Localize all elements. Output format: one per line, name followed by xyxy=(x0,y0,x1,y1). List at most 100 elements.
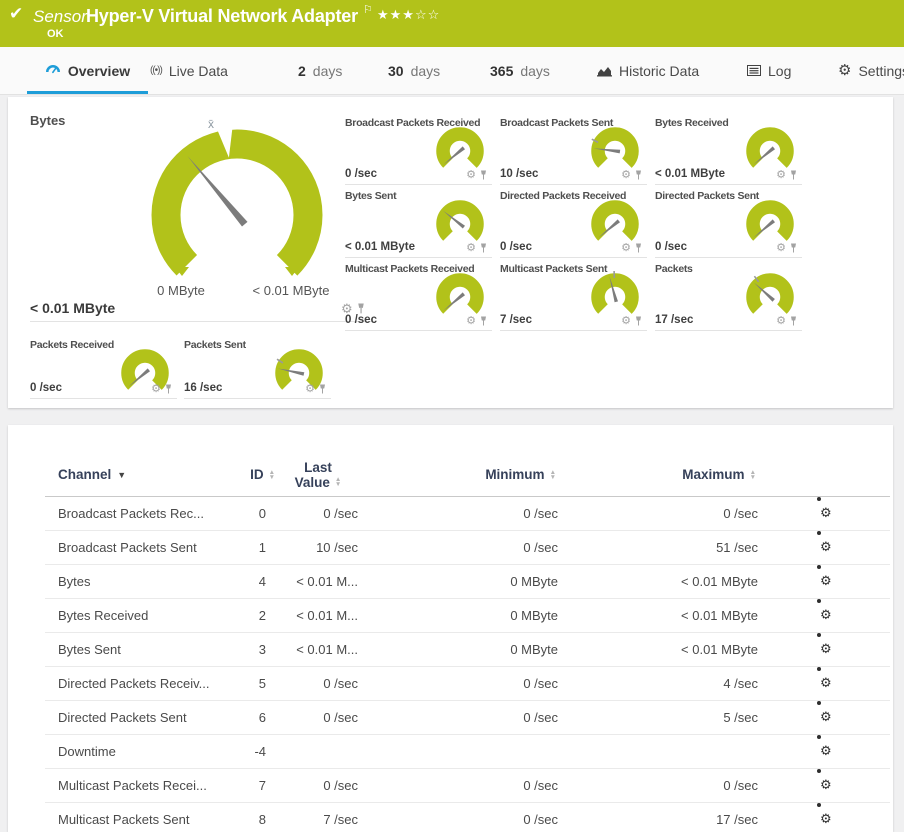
sort-icon: ▲ ▼ xyxy=(268,468,275,481)
channel-gauge-value: 0 /sec xyxy=(345,314,377,326)
column-header-channel[interactable]: Channel ▼ xyxy=(58,453,126,496)
pin-icon[interactable] xyxy=(789,170,798,181)
tab-2-days[interactable]: 2 days xyxy=(298,47,342,94)
channel-gauge-title: Bytes Sent xyxy=(345,190,397,202)
cell-last-value: 0 /sec xyxy=(323,710,358,725)
channel-gauge-actions: ⚙ xyxy=(776,316,798,327)
sort-icon: ▲ ▼ xyxy=(334,476,342,488)
gear-icon[interactable]: ⚙ xyxy=(776,243,786,254)
channel-gauge-cell[interactable]: Multicast Packets Received 0 /sec ⚙ xyxy=(345,261,492,331)
channel-settings-icon[interactable]: ⚙ xyxy=(817,531,832,564)
cell-id: 3 xyxy=(258,642,266,657)
pin-icon[interactable] xyxy=(479,243,488,254)
channel-gauge-cell[interactable]: Packets Sent 16 /sec ⚙ xyxy=(184,337,331,399)
channel-gauge-actions: ⚙ xyxy=(466,243,488,254)
table-row: Directed Packets Sent 6 0 /sec 0 /sec 5 … xyxy=(45,701,890,735)
channel-gauge-title: Bytes Received xyxy=(655,117,729,129)
pin-icon[interactable] xyxy=(634,243,643,254)
tab-label: Overview xyxy=(67,62,131,79)
pin-icon[interactable] xyxy=(634,170,643,181)
gear-icon[interactable]: ⚙ xyxy=(466,243,476,254)
channel-settings-icon[interactable]: ⚙ xyxy=(817,769,832,802)
cell-minimum: 0 /sec xyxy=(523,778,558,793)
channel-gauge-value: 0 /sec xyxy=(500,241,532,253)
tab-log[interactable]: Log xyxy=(747,47,791,94)
table-header: Channel ▼ ID ▲ ▼ Last Value ▲ ▼ Minimum ▲ ▼… xyxy=(45,453,890,496)
gear-icon[interactable]: ⚙ xyxy=(466,170,476,181)
channel-gauge-cell[interactable]: Packets Received 0 /sec ⚙ xyxy=(30,337,177,399)
channel-settings-icon[interactable]: ⚙ xyxy=(817,735,832,768)
primary-gauge[interactable] xyxy=(142,120,332,310)
tab-historic-data[interactable]: Historic Data xyxy=(597,47,699,94)
pin-icon[interactable] xyxy=(318,384,327,395)
tab-overview[interactable]: Overview xyxy=(27,47,148,94)
channel-settings-icon[interactable]: ⚙ xyxy=(817,633,832,666)
tab-number: 2 xyxy=(298,62,306,79)
channel-gauge-value: 0 /sec xyxy=(655,241,687,253)
channel-gauge-cell[interactable]: Broadcast Packets Sent 10 /sec ⚙ xyxy=(500,115,647,185)
channel-gauge-cell[interactable]: Directed Packets Received 0 /sec ⚙ xyxy=(500,188,647,258)
flag-icon[interactable]: ⚐ xyxy=(363,3,373,16)
cell-id: 8 xyxy=(258,812,266,827)
priority-stars[interactable]: ★★★☆☆ xyxy=(377,7,440,23)
gear-icon: ⚙ xyxy=(838,62,852,79)
column-label: Last xyxy=(304,459,332,475)
column-header-minimum[interactable]: Minimum ▲ ▼ xyxy=(408,453,556,496)
channel-gauge-actions: ⚙ xyxy=(305,384,327,395)
object-kind-label: Sensor xyxy=(33,7,87,26)
pin-icon[interactable] xyxy=(164,384,173,395)
column-label: Value xyxy=(294,474,330,490)
cell-minimum: 0 /sec xyxy=(523,676,558,691)
gear-icon[interactable]: ⚙ xyxy=(776,170,786,181)
pin-icon[interactable] xyxy=(789,243,798,254)
tab-30-days[interactable]: 30 days xyxy=(388,47,440,94)
cell-last-value: 0 /sec xyxy=(323,778,358,793)
tab-settings[interactable]: ⚙ Settings xyxy=(838,47,904,94)
pin-icon[interactable] xyxy=(479,316,488,327)
channel-gauge-value: 16 /sec xyxy=(184,382,223,394)
scale-min-arrow-icon xyxy=(175,267,189,276)
channel-gauge-cell[interactable]: Bytes Sent < 0.01 MByte ⚙ xyxy=(345,188,492,258)
overview-panel: Bytes x̄ 0 MByte < 0.01 MByte < 0.01 MBy… xyxy=(8,97,893,408)
column-header-last-value[interactable]: Last Value ▲ ▼ xyxy=(278,453,358,496)
gear-icon[interactable]: ⚙ xyxy=(621,170,631,181)
gauge-icon xyxy=(45,64,60,73)
cell-id: 7 xyxy=(258,778,266,793)
gear-icon[interactable]: ⚙ xyxy=(305,384,315,395)
gear-icon[interactable]: ⚙ xyxy=(621,243,631,254)
channel-settings-icon[interactable]: ⚙ xyxy=(817,701,832,734)
channel-gauge-value: < 0.01 MByte xyxy=(345,241,415,253)
cell-minimum: 0 /sec xyxy=(523,812,558,827)
channel-gauge-cell[interactable]: Multicast Packets Sent 7 /sec ⚙ xyxy=(500,261,647,331)
channel-gauge-cell[interactable]: Packets 17 /sec ⚙ xyxy=(655,261,802,331)
channel-settings-icon[interactable]: ⚙ xyxy=(817,803,832,832)
pin-icon[interactable] xyxy=(789,316,798,327)
column-header-maximum[interactable]: Maximum ▲ ▼ xyxy=(608,453,756,496)
tab-label: Log xyxy=(768,62,792,79)
gear-icon[interactable]: ⚙ xyxy=(776,316,786,327)
column-header-id[interactable]: ID ▲ ▼ xyxy=(218,453,275,496)
channel-settings-icon[interactable]: ⚙ xyxy=(817,565,832,598)
table-row: Directed Packets Receiv... 5 0 /sec 0 /s… xyxy=(45,667,890,701)
tab-label: days xyxy=(312,62,343,79)
channel-gauge-actions: ⚙ xyxy=(621,316,643,327)
channel-gauge-value: 17 /sec xyxy=(655,314,694,326)
gear-icon[interactable]: ⚙ xyxy=(466,316,476,327)
channel-settings-icon[interactable]: ⚙ xyxy=(817,667,832,700)
cell-divider xyxy=(30,321,375,322)
channel-settings-icon[interactable]: ⚙ xyxy=(817,599,832,632)
channel-gauge-cell[interactable]: Directed Packets Sent 0 /sec ⚙ xyxy=(655,188,802,258)
gear-icon[interactable]: ⚙ xyxy=(151,384,161,395)
channel-gauge-value: 7 /sec xyxy=(500,314,532,326)
tab-live-data[interactable]: ((•)) Live Data xyxy=(150,47,228,94)
mean-marker-label: x̄ xyxy=(208,117,214,131)
pin-icon[interactable] xyxy=(634,316,643,327)
channel-gauge-title: Packets Sent xyxy=(184,339,246,351)
gear-icon[interactable]: ⚙ xyxy=(621,316,631,327)
channel-gauge-cell[interactable]: Bytes Received < 0.01 MByte ⚙ xyxy=(655,115,802,185)
sort-icon: ▲ ▼ xyxy=(549,468,556,481)
pin-icon[interactable] xyxy=(479,170,488,181)
channel-settings-icon[interactable]: ⚙ xyxy=(817,497,832,530)
tab-365-days[interactable]: 365 days xyxy=(490,47,550,94)
channel-gauge-cell[interactable]: Broadcast Packets Received 0 /sec ⚙ xyxy=(345,115,492,185)
